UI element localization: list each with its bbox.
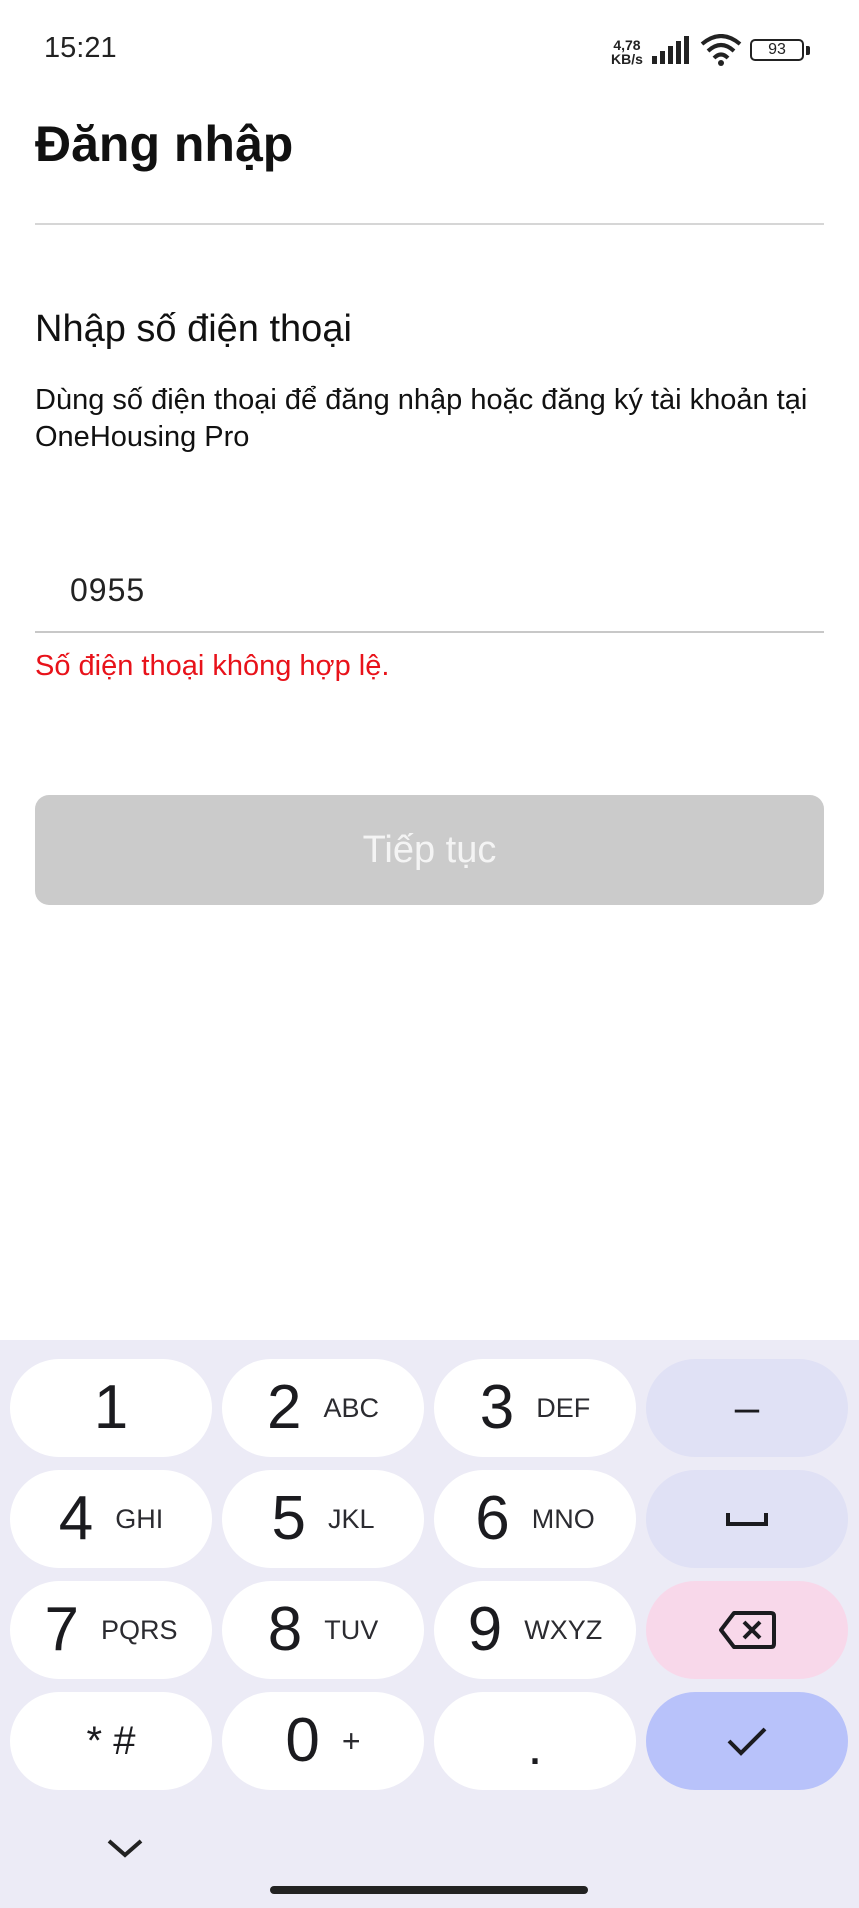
key-letters: DEF xyxy=(536,1392,591,1423)
key-symbol: * # xyxy=(86,1718,136,1763)
input-underline xyxy=(35,631,824,633)
key-minus[interactable]: – xyxy=(646,1359,848,1457)
key-symbol: – xyxy=(734,1383,760,1432)
key-digit: 1 xyxy=(93,1373,129,1442)
key-digit: 5 xyxy=(271,1484,306,1553)
backspace-icon xyxy=(719,1611,776,1649)
key-6[interactable]: 6 MNO xyxy=(434,1470,636,1568)
key-4[interactable]: 4 GHI xyxy=(10,1470,212,1568)
network-speed-unit: KB/s xyxy=(611,51,643,67)
key-0[interactable]: 0 + xyxy=(222,1692,424,1790)
key-digit: 9 xyxy=(467,1595,503,1664)
key-7[interactable]: 7 PQRS xyxy=(10,1581,212,1679)
status-time: 15:21 xyxy=(44,32,117,64)
key-8[interactable]: 8 TUV xyxy=(222,1581,424,1679)
key-letters: ABC xyxy=(323,1392,379,1423)
key-letters: GHI xyxy=(115,1503,164,1534)
wifi-icon xyxy=(700,34,742,66)
continue-button[interactable]: Tiếp tục xyxy=(35,795,824,905)
key-dot[interactable]: . xyxy=(434,1692,636,1790)
network-speed: 4,78 KB/s xyxy=(611,38,643,66)
chevron-down-icon[interactable] xyxy=(103,1835,147,1861)
key-letters: TUV xyxy=(324,1614,379,1645)
battery-level: 93 xyxy=(768,41,786,58)
space-icon xyxy=(726,1513,768,1526)
key-letters: PQRS xyxy=(100,1614,178,1645)
key-space[interactable] xyxy=(646,1470,848,1568)
key-2[interactable]: 2 ABC xyxy=(222,1359,424,1457)
key-done[interactable] xyxy=(646,1692,848,1790)
battery-icon: 93 xyxy=(750,39,810,61)
key-letters: WXYZ xyxy=(524,1614,603,1645)
key-digit: 8 xyxy=(267,1595,303,1664)
key-digit: 6 xyxy=(475,1484,510,1553)
error-message: Số điện thoại không hợp lệ. xyxy=(35,650,390,682)
key-5[interactable]: 5 JKL xyxy=(222,1470,424,1568)
key-digit: 2 xyxy=(266,1373,302,1442)
phone-input[interactable] xyxy=(35,550,824,630)
status-bar: 15:21 4,78 KB/s 93 xyxy=(0,0,859,100)
key-digit: 3 xyxy=(479,1373,515,1442)
network-speed-value: 4,78 xyxy=(613,37,641,53)
key-9[interactable]: 9 WXYZ xyxy=(434,1581,636,1679)
header-divider xyxy=(35,223,824,225)
key-digit: 4 xyxy=(58,1484,94,1553)
page-title: Đăng nhập xyxy=(35,116,294,172)
home-indicator[interactable] xyxy=(270,1886,588,1894)
key-letters: MNO xyxy=(531,1503,595,1534)
section-heading: Nhập số điện thoại xyxy=(35,308,352,350)
checkmark-icon xyxy=(727,1727,767,1756)
key-3[interactable]: 3 DEF xyxy=(434,1359,636,1457)
section-description: Dùng số điện thoại để đăng nhập hoặc đăn… xyxy=(35,384,808,453)
key-symbol: . xyxy=(527,1716,543,1776)
key-delete[interactable] xyxy=(646,1581,848,1679)
key-letters: JKL xyxy=(327,1503,375,1534)
key-1[interactable]: 1 xyxy=(10,1359,212,1457)
signal-icon xyxy=(652,36,689,64)
key-digit: 7 xyxy=(44,1595,79,1664)
key-letters: + xyxy=(341,1722,361,1759)
key-star-hash[interactable]: * # xyxy=(10,1692,212,1790)
key-digit: 0 xyxy=(285,1706,320,1775)
